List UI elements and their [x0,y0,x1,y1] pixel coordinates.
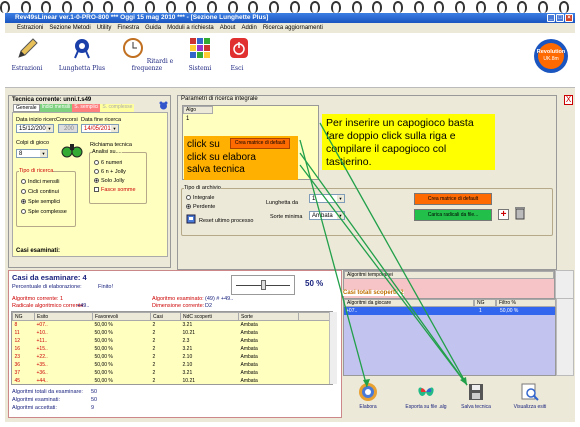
annotation-arrows [299,122,468,388]
